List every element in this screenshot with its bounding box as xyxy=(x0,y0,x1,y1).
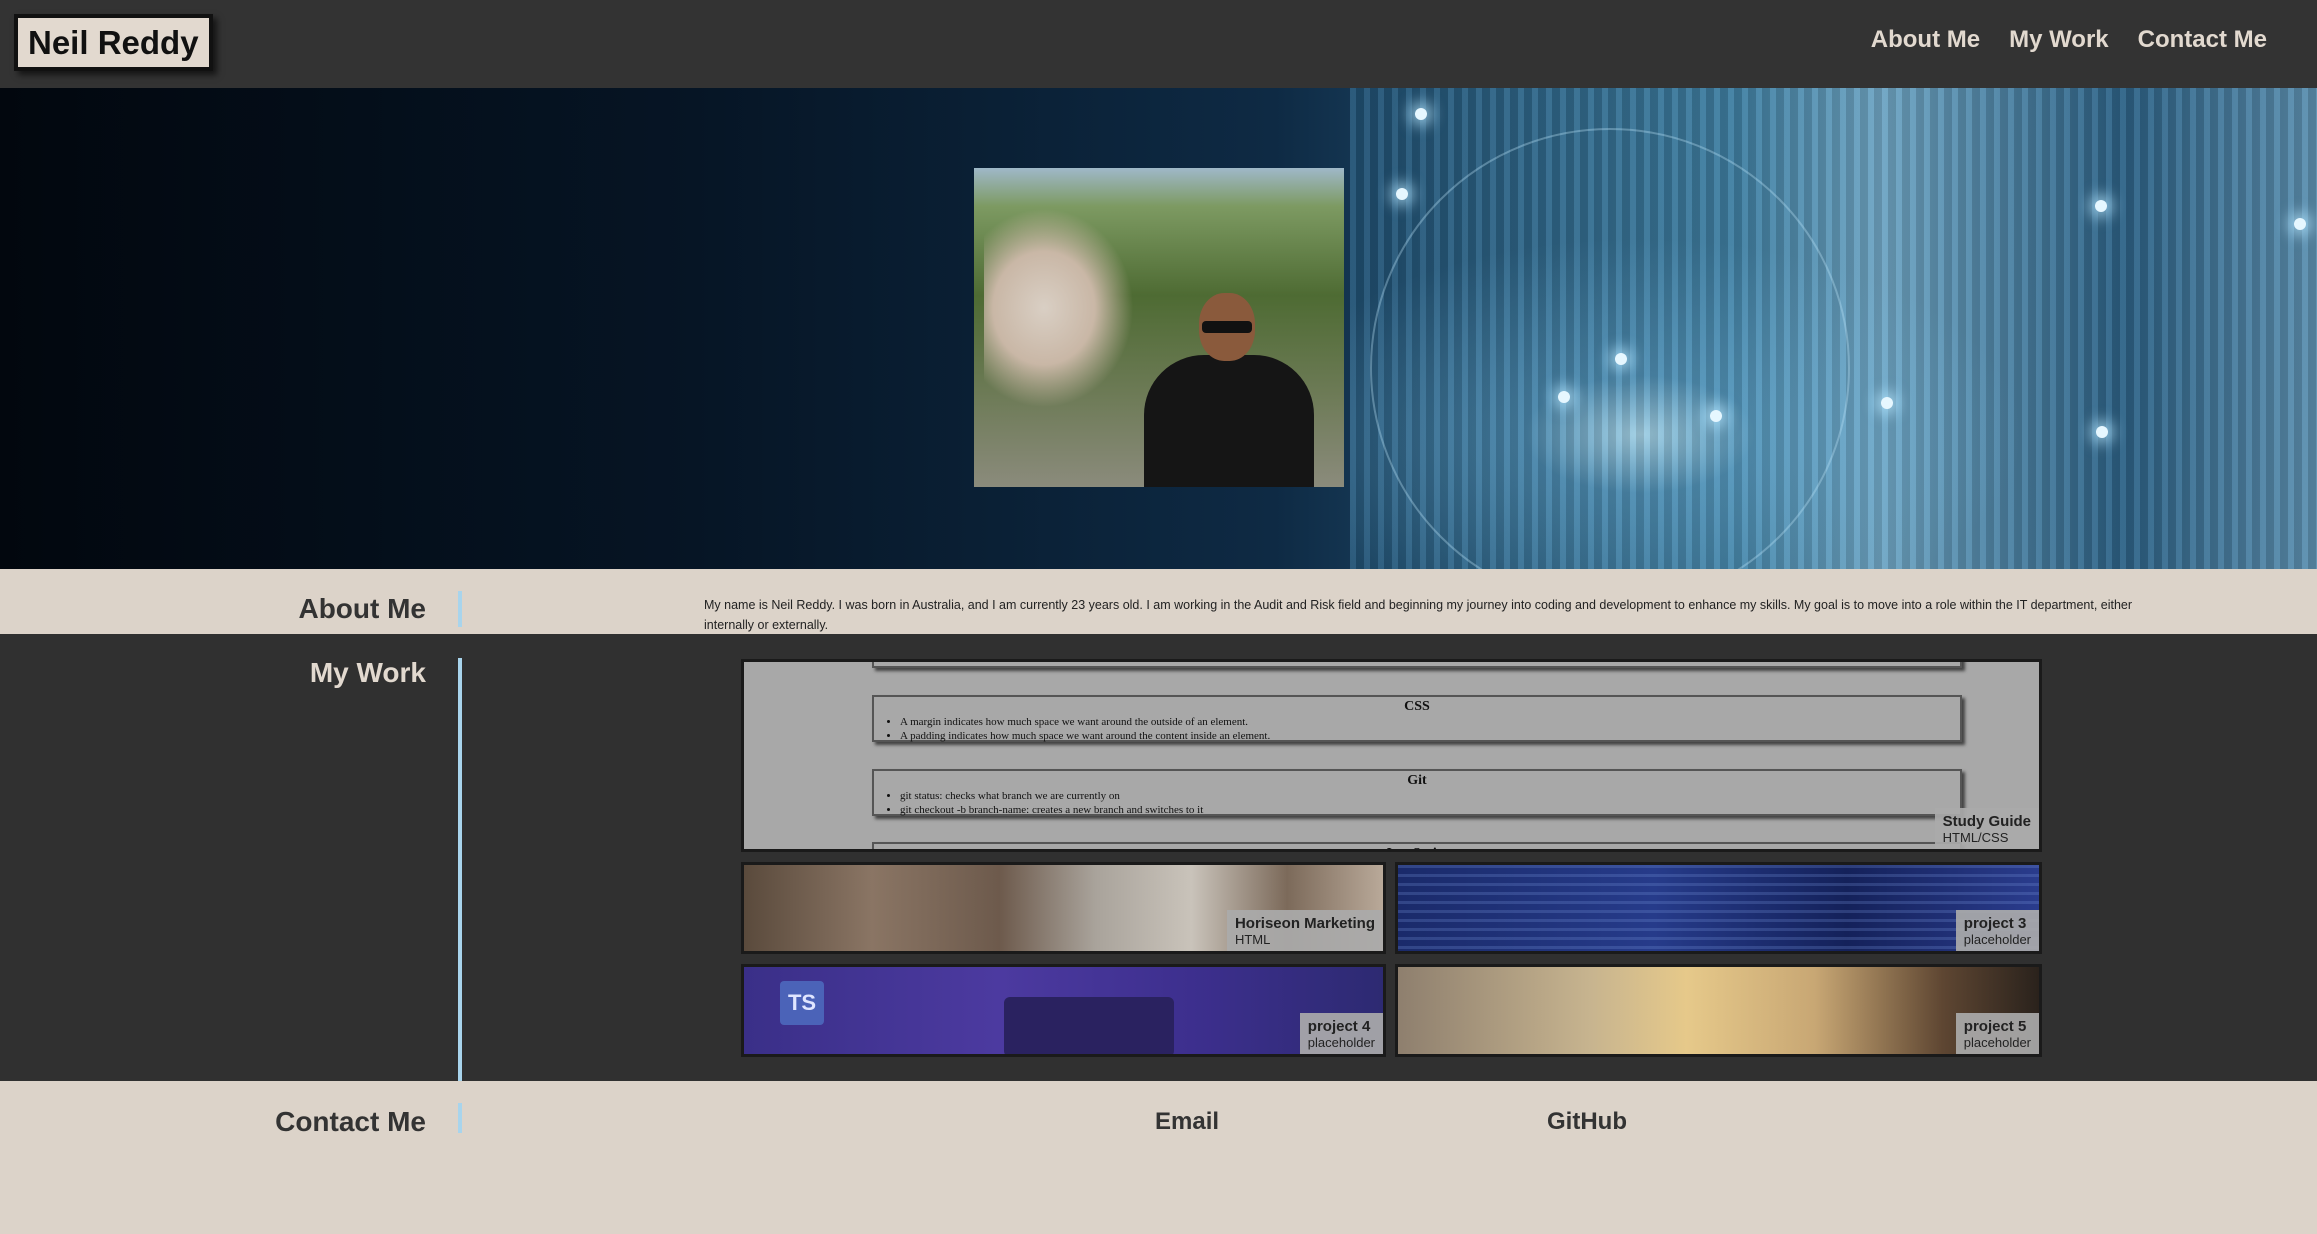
project-title: project 3 xyxy=(1963,915,2027,932)
nav-link-work[interactable]: My Work xyxy=(2009,26,2109,54)
about-divider xyxy=(458,591,462,627)
project-title: Study Guide xyxy=(1942,813,2031,830)
project-title: Horiseon Marketing xyxy=(1234,915,1375,932)
study-guide-prev-box xyxy=(872,662,1962,668)
project-subtitle: HTML xyxy=(1234,932,1271,947)
hero-light xyxy=(1396,188,1408,200)
project-card-3[interactable]: project 3 placeholder xyxy=(1395,862,2042,954)
nav-link-contact[interactable]: Contact Me xyxy=(2138,26,2267,54)
project-card-study-guide[interactable]: CSS A margin indicates how much space we… xyxy=(741,659,2042,852)
work-divider xyxy=(458,658,462,1081)
hero-light xyxy=(1615,353,1627,365)
study-guide-box-javascript: JavaScript xyxy=(872,842,1962,849)
project-label: project 4 placeholder xyxy=(1299,1013,1383,1054)
project-card-horiseon[interactable]: Horiseon Marketing HTML xyxy=(741,862,1386,954)
study-guide-box-css: CSS A margin indicates how much space we… xyxy=(872,695,1962,742)
study-guide-heading: CSS xyxy=(1404,699,1430,714)
project-label: project 5 placeholder xyxy=(1955,1013,2039,1054)
hero-light xyxy=(2096,426,2108,438)
photo-person xyxy=(1144,293,1314,487)
site-logo[interactable]: Neil Reddy xyxy=(14,14,213,71)
study-guide-heading: JavaScript xyxy=(874,844,1960,849)
photo-background-town xyxy=(984,208,1134,408)
photo-person-sunglasses xyxy=(1202,321,1252,333)
project-label: Study Guide HTML/CSS xyxy=(1934,808,2039,849)
study-guide-item: git status: checks what branch we are cu… xyxy=(900,789,1960,803)
hero-light xyxy=(2294,218,2306,230)
hero-light xyxy=(1710,410,1722,422)
project-subtitle: placeholder xyxy=(1963,1035,2031,1050)
project-card-5[interactable]: project 5 placeholder xyxy=(1395,964,2042,1057)
study-guide-box-git: Git git status: checks what branch we ar… xyxy=(872,769,1962,816)
about-heading: About Me xyxy=(298,593,426,624)
nav-link-about[interactable]: About Me xyxy=(1871,26,1980,54)
about-section: About Me My name is Neil Reddy. I was bo… xyxy=(0,569,2317,634)
study-guide-item: A margin indicates how much space we wan… xyxy=(900,715,1960,729)
project-subtitle: placeholder xyxy=(1963,932,2031,947)
project-title: project 5 xyxy=(1963,1018,2027,1035)
project-subtitle: placeholder xyxy=(1307,1035,1375,1050)
github-link[interactable]: GitHub xyxy=(1547,1108,1627,1136)
hero-light xyxy=(1415,108,1427,120)
contact-divider xyxy=(458,1103,462,1133)
study-guide-item: git checkout -b branch-name: creates a n… xyxy=(900,803,1960,817)
project-title: project 4 xyxy=(1307,1018,1371,1035)
study-guide-heading: Git xyxy=(1407,773,1427,788)
about-text: My name is Neil Reddy. I was born in Aus… xyxy=(704,598,2133,632)
site-header: Neil Reddy About Me My Work Contact Me xyxy=(0,0,2317,88)
project-subtitle: HTML/CSS xyxy=(1942,830,2009,845)
contact-section: Contact Me Email GitHub xyxy=(0,1081,2317,1234)
laptop-illustration xyxy=(1004,997,1174,1054)
main-nav: About Me My Work Contact Me xyxy=(1871,26,2267,54)
hero-light xyxy=(1558,391,1570,403)
hero-light xyxy=(1881,397,1893,409)
project-label: project 3 placeholder xyxy=(1955,910,2039,951)
project-label: Horiseon Marketing HTML xyxy=(1226,910,1383,951)
typescript-logo-icon: TS xyxy=(780,981,824,1025)
profile-photo xyxy=(974,168,1344,487)
contact-heading: Contact Me xyxy=(275,1106,426,1137)
work-heading: My Work xyxy=(309,657,426,688)
project-card-4[interactable]: TS project 4 placeholder xyxy=(741,964,1386,1057)
hero-light xyxy=(2095,200,2107,212)
photo-person-body xyxy=(1144,355,1314,487)
study-guide-item: A padding indicates how much space we wa… xyxy=(900,729,1960,743)
email-link[interactable]: Email xyxy=(1155,1108,1219,1136)
